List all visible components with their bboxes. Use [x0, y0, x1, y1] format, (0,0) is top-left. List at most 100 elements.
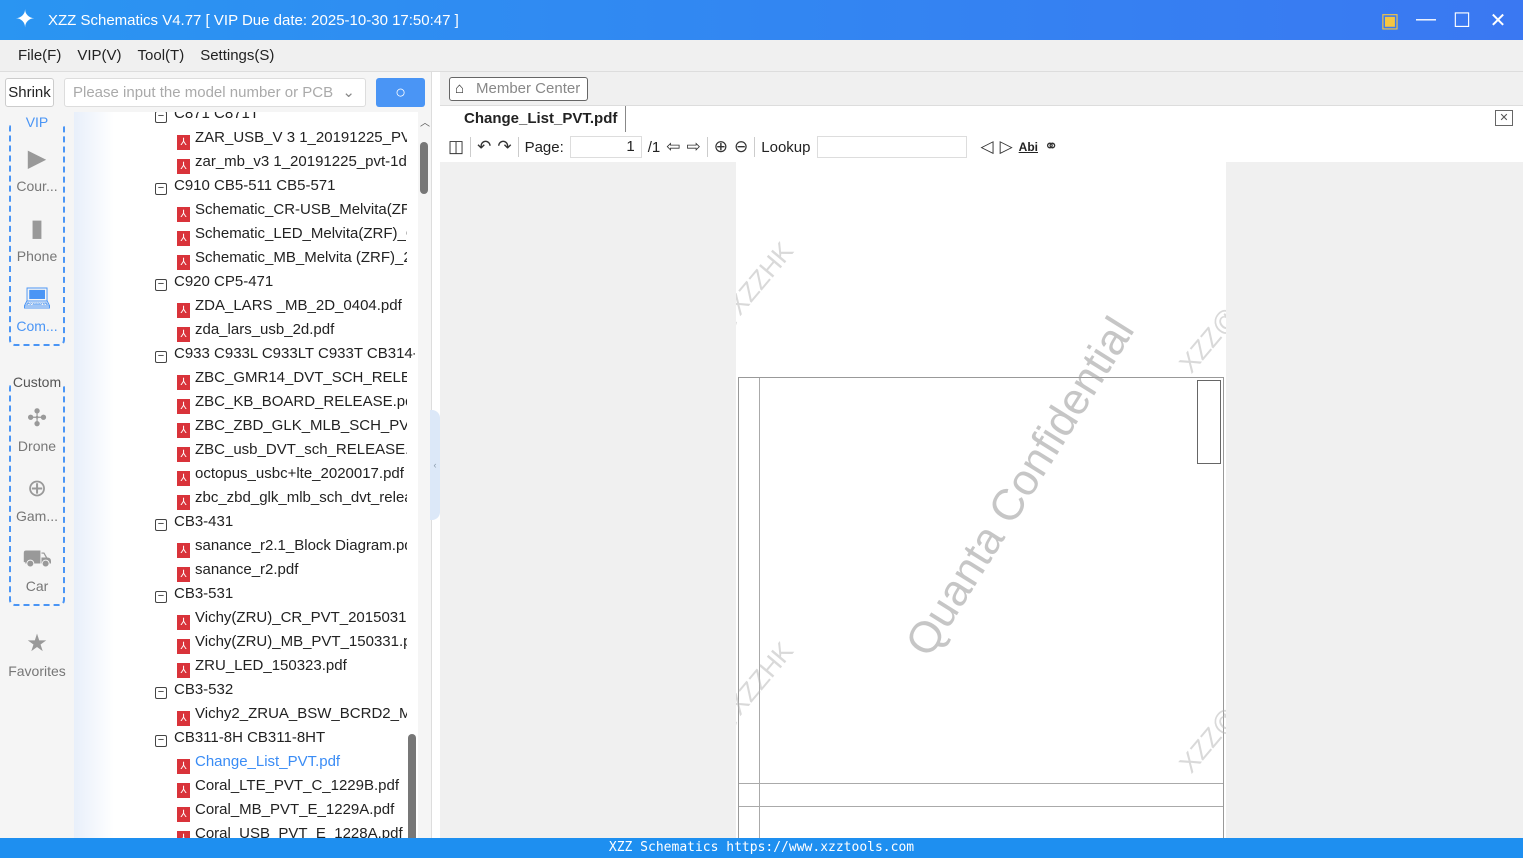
member-center-button[interactable]: ⌂ Member Center: [449, 77, 588, 101]
status-bar: XZZ Schematics https://www.xzztools.com: [0, 838, 1523, 858]
tree-file[interactable]: ⅄ ZBC_GMR14_DVT_SCH_RELEASE: [177, 366, 407, 390]
collapse-icon[interactable]: −: [155, 279, 167, 291]
tab-change-list[interactable]: Change_List_PVT.pdf: [448, 106, 626, 132]
prev-page-icon[interactable]: ⇦: [666, 137, 680, 157]
two-page-icon[interactable]: ◫: [448, 137, 464, 157]
next-page-icon[interactable]: ⇨: [687, 137, 701, 157]
collapse-panel-handle[interactable]: ‹: [430, 410, 440, 520]
tree-file[interactable]: ⅄ ZRU_LED_150323.pdf: [177, 654, 407, 678]
minimize-button[interactable]: —: [1415, 8, 1437, 33]
nav-label: Phone: [16, 248, 58, 264]
tree-file[interactable]: ⅄ Schematic_LED_Melvita(ZRF)_C.: [177, 222, 407, 246]
tree-file[interactable]: ⅄ Change_List_PVT.pdf: [177, 750, 407, 774]
nav-favorites[interactable]: ★ Favorites: [0, 629, 74, 679]
binoculars-icon[interactable]: ⚭: [1044, 137, 1058, 157]
pdf-toolbar: ◫ ↶ ↷ Page: 1 /1 ⇦ ⇨ ⊕ ⊖ Lookup ◁ ▷ Abi …: [440, 132, 1523, 162]
pdf-icon: ⅄: [177, 447, 190, 462]
collapse-icon[interactable]: −: [155, 519, 167, 531]
collapse-icon[interactable]: −: [155, 351, 167, 363]
scroll-up-icon[interactable]: ︿: [420, 114, 430, 129]
tree-file[interactable]: ⅄ Coral_USB_PVT_E_1228A.pdf: [177, 822, 407, 838]
tree-group[interactable]: − CB3-531: [155, 582, 415, 606]
pdf-icon: ⅄: [177, 783, 190, 798]
tree-group[interactable]: − CB311-8H CB311-8HT: [155, 726, 415, 750]
pdf-icon: ⅄: [177, 231, 190, 246]
tree-group[interactable]: − C910 CB5-511 CB5-571: [155, 174, 415, 198]
tree-file[interactable]: ⅄ ZDA_LARS _MB_2D_0404.pdf: [177, 294, 407, 318]
tree-file[interactable]: ⅄ zar_mb_v3 1_20191225_pvt-1d.pdf: [177, 150, 407, 174]
tree-file[interactable]: ⅄ zda_lars_usb_2d.pdf: [177, 318, 407, 342]
pdf-icon: ⅄: [177, 807, 190, 822]
menu-settings[interactable]: Settings(S): [200, 47, 274, 64]
tree-group[interactable]: − C920 CP5-471: [155, 270, 415, 294]
tree-label: ZBC_ZBD_GLK_MLB_SCH_PVT_1: [195, 417, 407, 434]
tree-label: ZBC_usb_DVT_sch_RELEASE.pdf: [195, 441, 407, 458]
tree-file[interactable]: ⅄ zbc_zbd_glk_mlb_sch_dvt_releas: [177, 486, 407, 510]
match-word-icon[interactable]: Abi: [1019, 140, 1038, 154]
tree-group[interactable]: − CB3-532: [155, 678, 415, 702]
collapse-icon[interactable]: −: [155, 112, 167, 123]
zoom-out-icon[interactable]: ⊖: [734, 137, 748, 157]
member-center-label: Member Center: [476, 80, 581, 97]
tree-file[interactable]: ⅄ octopus_usbc+lte_2020017.pdf: [177, 462, 407, 486]
close-button[interactable]: ✕: [1487, 8, 1509, 33]
tree-file[interactable]: ⅄ Coral_MB_PVT_E_1229A.pdf: [177, 798, 407, 822]
car-icon: ⛟: [22, 545, 53, 572]
rotate-right-icon[interactable]: ↷: [497, 137, 511, 157]
menu-file[interactable]: File(F): [18, 47, 61, 64]
pdf-icon: ⅄: [177, 663, 190, 678]
tree-group[interactable]: − C933 C933L C933LT C933T CB314-1: [155, 342, 415, 366]
menu-vip[interactable]: VIP(V): [77, 47, 121, 64]
search-button[interactable]: ○: [376, 78, 425, 107]
watermark: XZZ@XZZHK: [1172, 235, 1226, 379]
nav-courses[interactable]: ▶ Cour...: [0, 144, 74, 194]
tree-group[interactable]: − C871 C871T: [155, 112, 415, 126]
close-tab-icon[interactable]: ✕: [1495, 110, 1513, 126]
scrollbar-thumb[interactable]: [420, 142, 428, 194]
nav-game[interactable]: ⊕ Gam...: [0, 474, 74, 524]
tree-file[interactable]: ⅄ sanance_r2.pdf: [177, 558, 407, 582]
pdf-icon: ⅄: [177, 327, 190, 342]
find-next-icon[interactable]: ▷: [1000, 137, 1013, 157]
tree-file[interactable]: ⅄ Vichy2_ZRUA_BSW_BCRD2_MB_: [177, 702, 407, 726]
tree-file[interactable]: ⅄ ZBC_usb_DVT_sch_RELEASE.pdf: [177, 438, 407, 462]
maximize-button[interactable]: ☐: [1451, 8, 1473, 33]
tree-label: ZBC_GMR14_DVT_SCH_RELEASE: [195, 369, 407, 386]
nav-computer[interactable]: 💻︎ Com...: [0, 284, 74, 334]
tree-file[interactable]: ⅄ Schematic_CR-USB_Melvita(ZRF: [177, 198, 407, 222]
tree-label: Coral_USB_PVT_E_1228A.pdf: [195, 825, 403, 838]
collapse-icon[interactable]: −: [155, 735, 167, 747]
search-input[interactable]: Please input the model number or PCB ⌄: [64, 78, 366, 107]
nav-drone[interactable]: ✣ Drone: [0, 404, 74, 454]
zoom-in-icon[interactable]: ⊕: [714, 137, 728, 157]
find-prev-icon[interactable]: ◁: [981, 137, 994, 157]
tree-file[interactable]: ⅄ Coral_LTE_PVT_C_1229B.pdf: [177, 774, 407, 798]
tree-file[interactable]: ⅄ Vichy(ZRU)_MB_PVT_150331.pd: [177, 630, 407, 654]
tree-file[interactable]: ⅄ sanance_r2.1_Block Diagram.pd: [177, 534, 407, 558]
tree-file[interactable]: ⅄ ZAR_USB_V 3 1_20191225_PVT.pdf: [177, 126, 407, 150]
nav-phone[interactable]: ▮ Phone: [0, 214, 74, 264]
collapse-icon[interactable]: −: [155, 687, 167, 699]
scrollbar-thumb[interactable]: [408, 734, 416, 844]
tree-file[interactable]: ⅄ ZBC_KB_BOARD_RELEASE.pdf: [177, 390, 407, 414]
tree-file[interactable]: ⅄ ZBC_ZBD_GLK_MLB_SCH_PVT_1: [177, 414, 407, 438]
tree-file[interactable]: ⅄ Vichy(ZRU)_CR_PVT_20150319B.: [177, 606, 407, 630]
pdf-icon: ⅄: [177, 399, 190, 414]
shrink-button[interactable]: Shrink: [5, 78, 54, 107]
collapse-icon[interactable]: −: [155, 591, 167, 603]
collapse-icon[interactable]: −: [155, 183, 167, 195]
tree-group[interactable]: − CB3-431: [155, 510, 415, 534]
page-input[interactable]: 1: [569, 136, 642, 158]
pdf-page: XZZ@XZZHK XZZ@XZZHK XZZ@XZZHK XZZ@XZZHK …: [736, 162, 1226, 838]
tree-label: Schematic_LED_Melvita(ZRF)_C.: [195, 225, 407, 242]
lookup-input[interactable]: [816, 136, 967, 158]
page-label: Page:: [524, 138, 564, 156]
nav-car[interactable]: ⛟ Car: [0, 544, 74, 594]
tree-file[interactable]: ⅄ Schematic_MB_Melvita (ZRF)_2(: [177, 246, 407, 270]
chevron-down-icon[interactable]: ⌄: [342, 79, 355, 106]
vip-bag-icon[interactable]: ▣: [1379, 8, 1401, 33]
rotate-left-icon[interactable]: ↶: [477, 137, 491, 157]
pdf-icon: ⅄: [177, 423, 190, 438]
category-nav: VIP Custom ▶ Cour... ▮ Phone 💻︎ Com... ✣ Dro…: [0, 112, 74, 838]
menu-tool[interactable]: Tool(T): [138, 47, 185, 64]
